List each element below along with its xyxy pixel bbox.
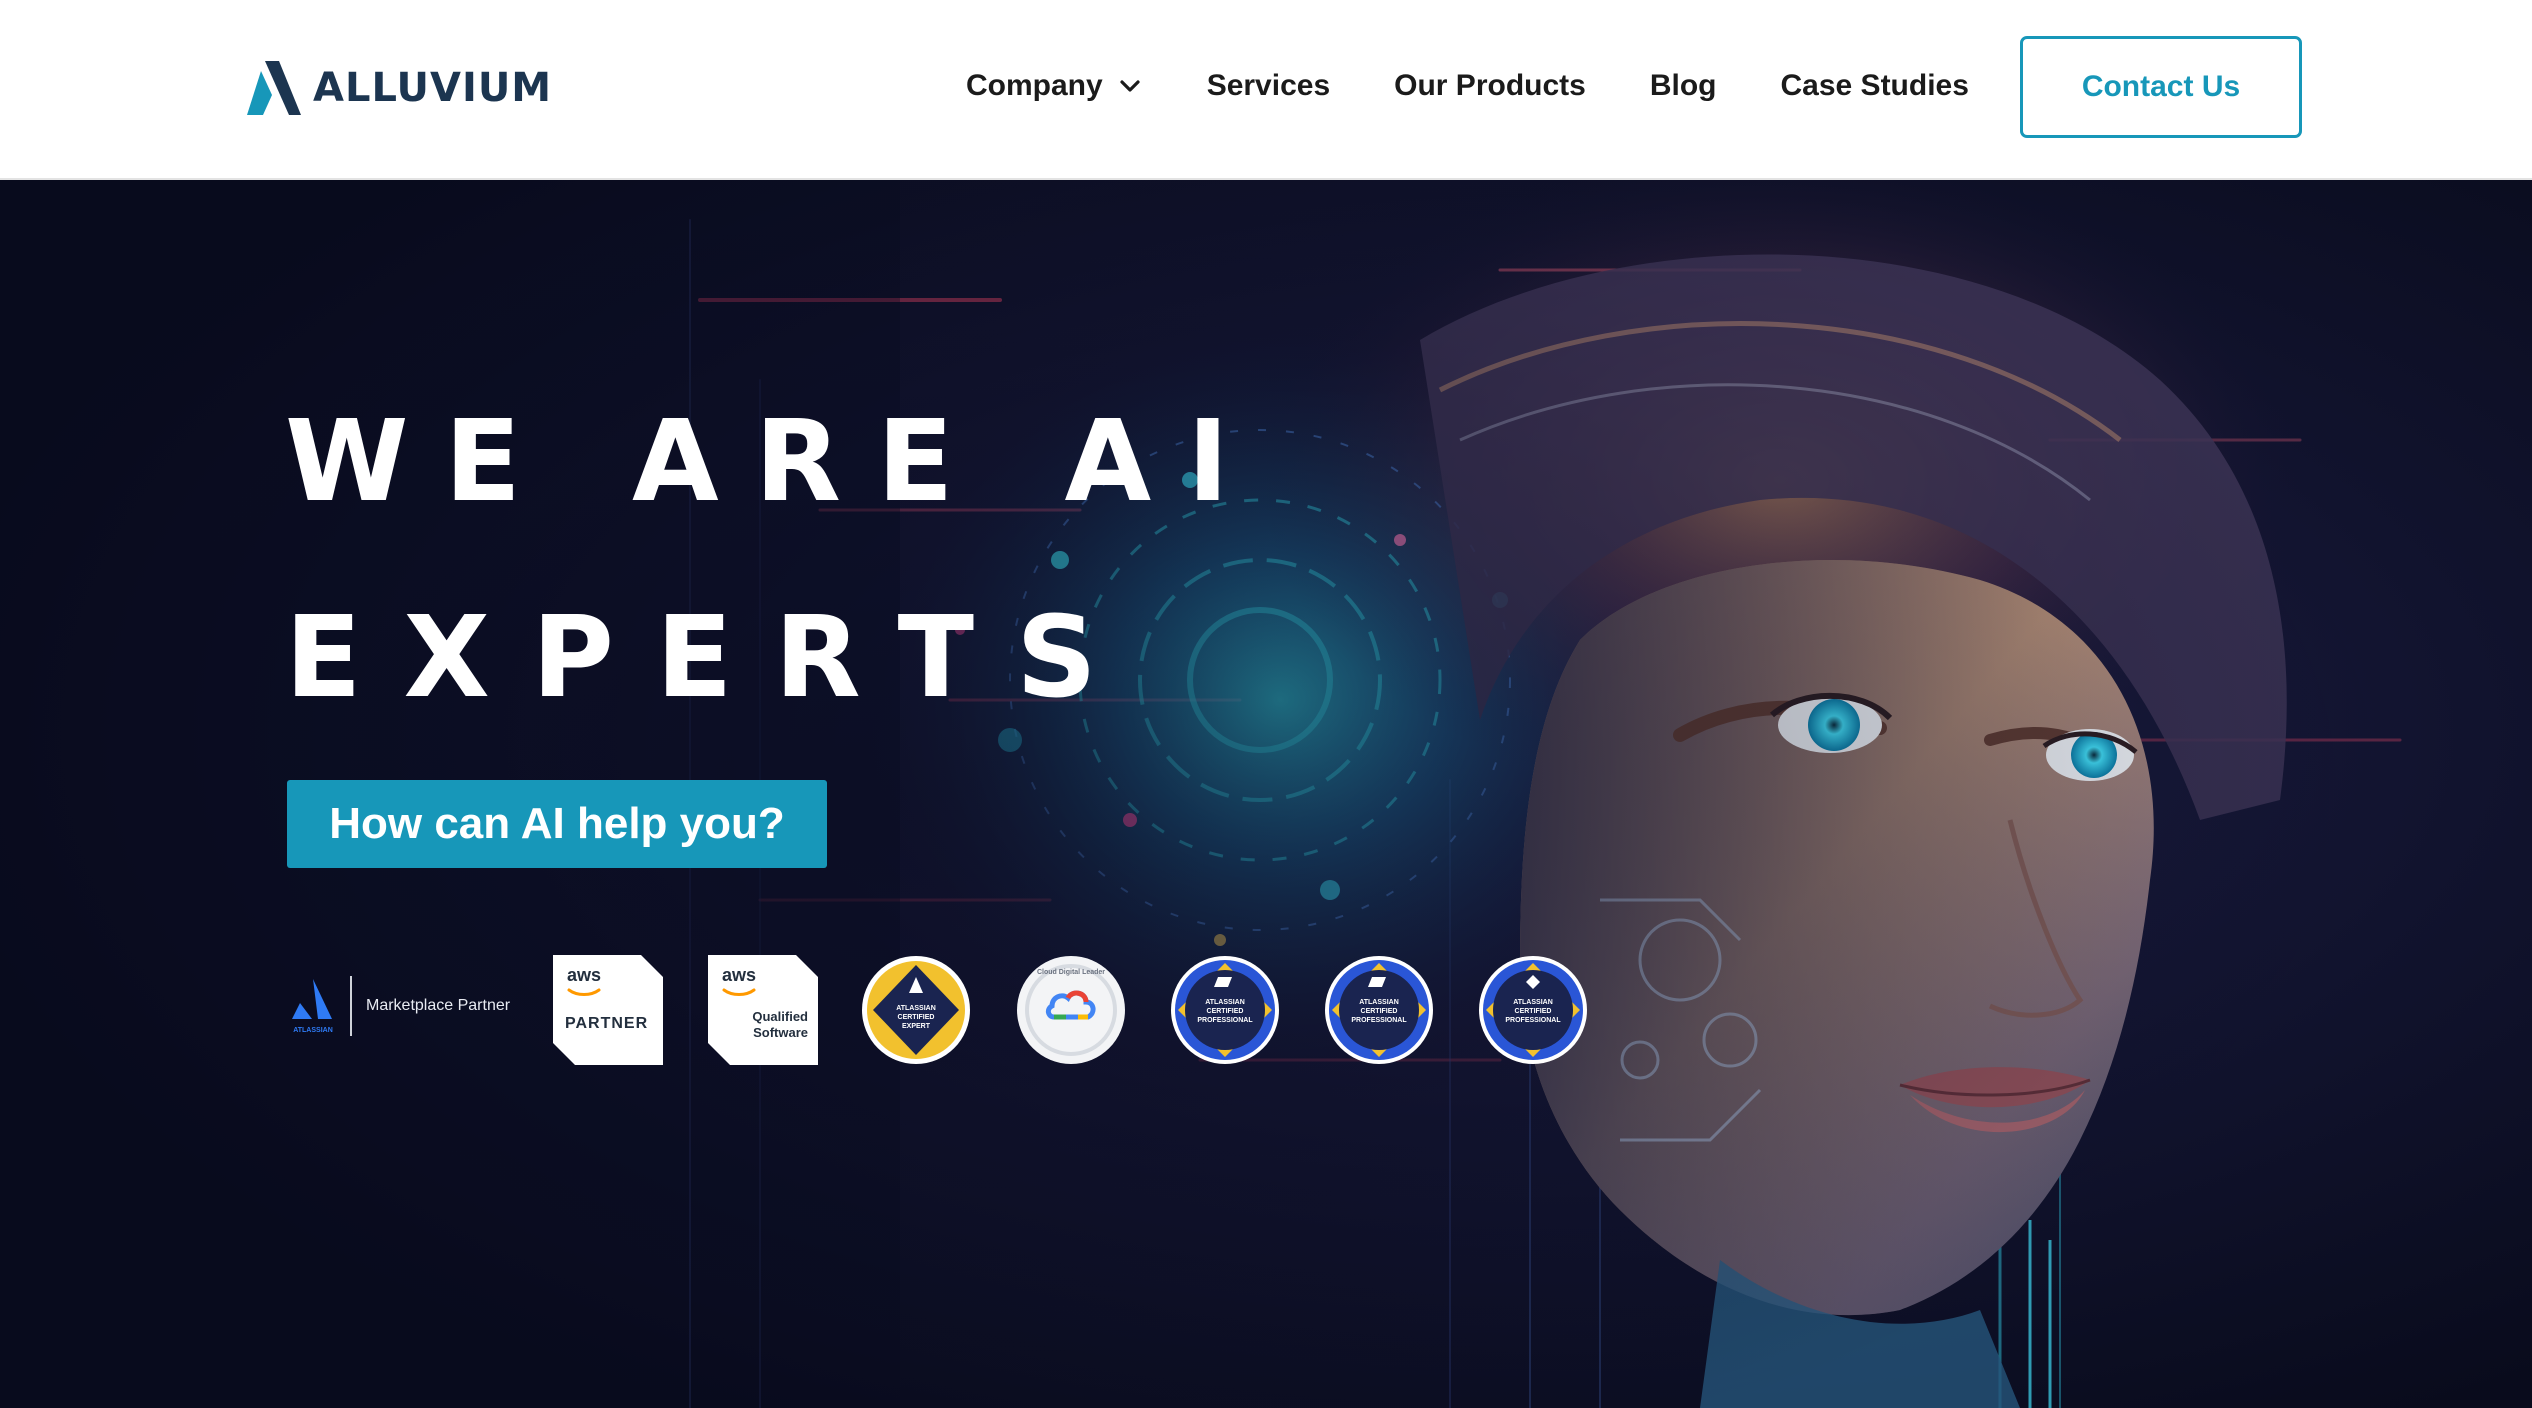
- alluvium-a-icon: [247, 61, 301, 115]
- atlassian-certified-professional-badge-3: ATLASSIAN CERTIFIED PROFESSIONAL: [1478, 955, 1588, 1065]
- badge-line2: CERTIFIED: [1360, 1008, 1398, 1015]
- badge-line1: ATLASSIAN: [896, 1005, 936, 1012]
- badge-line2: CERTIFIED: [1514, 1008, 1552, 1015]
- atlassian-marketplace-partner-badge: ATLASSIAN Marketplace Partner: [288, 975, 510, 1037]
- aws-smile-icon: [722, 988, 756, 996]
- aws-smile-icon: [567, 988, 601, 996]
- badge-line3: PROFESSIONAL: [1351, 1017, 1407, 1024]
- atlassian-brand-text: ATLASSIAN: [293, 1027, 333, 1034]
- atlassian-certified-expert-badge: ATLASSIAN CERTIFIED EXPERT: [861, 955, 971, 1065]
- aws-partner-badge: aws PARTNER: [553, 955, 663, 1065]
- contact-us-button[interactable]: Contact Us: [2020, 36, 2302, 138]
- aws-logo: aws: [722, 965, 757, 985]
- main-nav: Company Services Our Products Blog Case …: [966, 60, 1969, 112]
- badge-line2: CERTIFIED: [1206, 1008, 1244, 1015]
- google-cloud-digital-leader-badge: Cloud Digital Leader: [1016, 955, 1126, 1065]
- badge-line3: PROFESSIONAL: [1197, 1017, 1253, 1024]
- nav-blog[interactable]: Blog: [1650, 69, 1717, 103]
- atlassian-logo-icon: ATLASSIAN: [292, 979, 333, 1034]
- badge-line1: ATLASSIAN: [1205, 999, 1245, 1006]
- aws-qualified-software-badge: aws Qualified Software: [708, 955, 818, 1065]
- site-logo[interactable]: ALLUVIUM: [245, 58, 552, 118]
- badge-line3: EXPERT: [901, 1023, 930, 1030]
- badge-line1: ATLASSIAN: [1359, 999, 1399, 1006]
- nav-company[interactable]: Company: [966, 69, 1143, 103]
- chevron-down-icon: [1120, 80, 1140, 92]
- atlassian-certified-professional-badge-1: ATLASSIAN CERTIFIED PROFESSIONAL: [1170, 955, 1280, 1065]
- hero-headline-line1: WE ARE AI: [285, 397, 1265, 527]
- logo-text: ALLUVIUM: [313, 65, 553, 111]
- nav-company-label: Company: [966, 69, 1103, 102]
- aws-software-text: Software: [753, 1025, 808, 1040]
- badge-line2: CERTIFIED: [897, 1014, 935, 1021]
- google-cloud-label: Cloud Digital Leader: [1036, 969, 1106, 976]
- nav-our-products[interactable]: Our Products: [1394, 69, 1586, 103]
- aws-logo: aws: [567, 965, 602, 985]
- badge-line3: PROFESSIONAL: [1505, 1017, 1561, 1024]
- aws-partner-text: PARTNER: [565, 1015, 649, 1032]
- nav-services[interactable]: Services: [1207, 69, 1330, 103]
- nav-case-studies[interactable]: Case Studies: [1781, 69, 1969, 103]
- badge-line1: ATLASSIAN: [1513, 999, 1553, 1006]
- hero-section: WE ARE AI EXPERTS How can AI help you? A…: [0, 180, 2532, 1408]
- marketplace-partner-label: Marketplace Partner: [366, 997, 511, 1014]
- divider: [350, 976, 352, 1036]
- how-can-ai-help-button[interactable]: How can AI help you?: [287, 780, 827, 868]
- aws-qualified-text: Qualified: [752, 1009, 808, 1024]
- hero-headline-line2: EXPERTS: [285, 593, 1139, 723]
- atlassian-certified-professional-badge-2: ATLASSIAN CERTIFIED PROFESSIONAL: [1324, 955, 1434, 1065]
- top-navbar: ALLUVIUM Company Services Our Products B…: [0, 0, 2532, 180]
